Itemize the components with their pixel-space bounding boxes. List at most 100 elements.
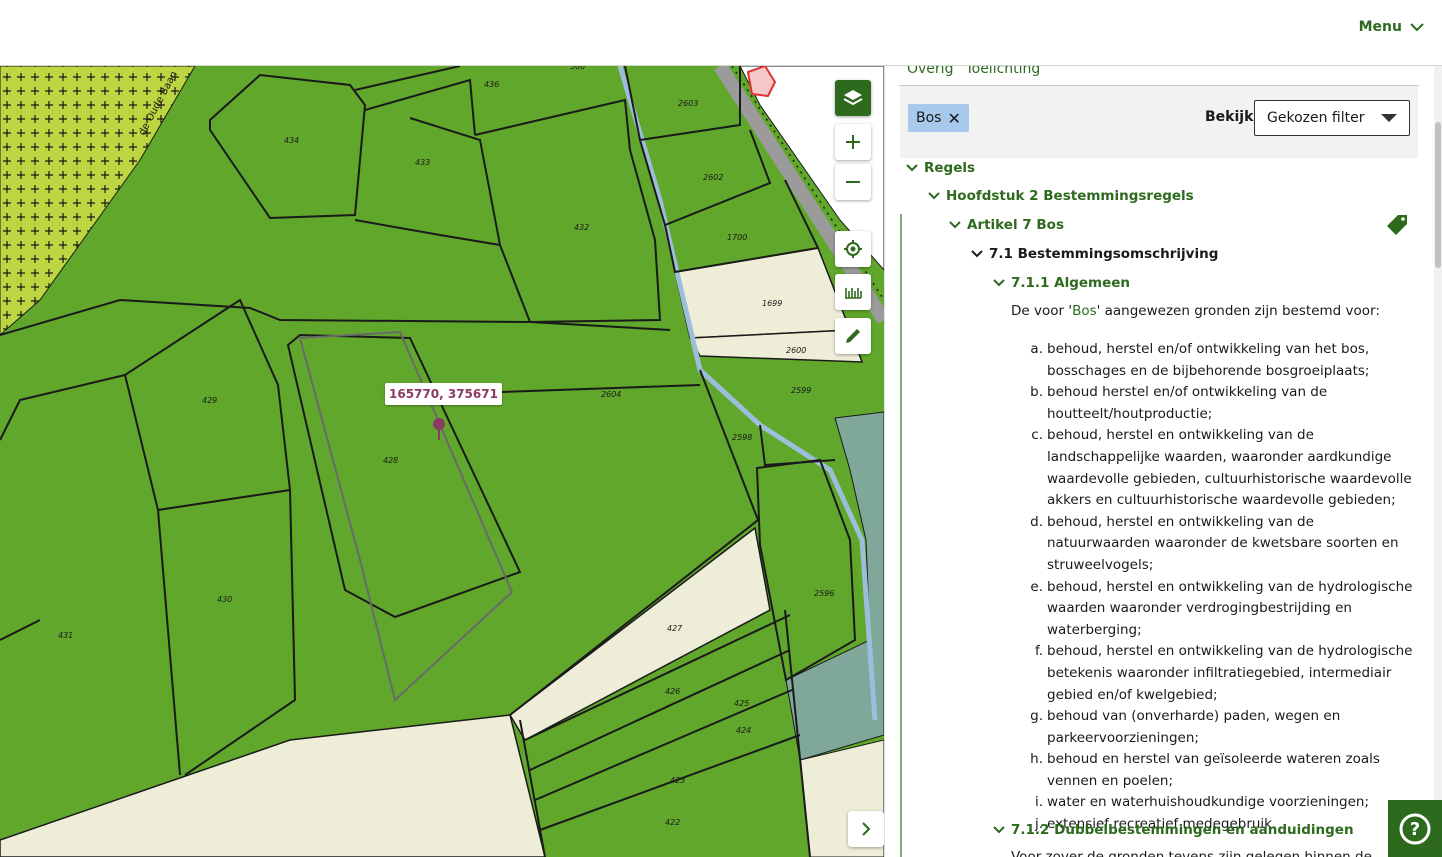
parcel-label: 431 — [58, 631, 74, 640]
bekijk-select[interactable]: Gekozen filter — [1254, 100, 1410, 136]
filter-chip-label: Bos — [916, 110, 942, 126]
draw-button[interactable] — [835, 318, 871, 354]
list-text: behoud, herstel en ontwikkeling van de n… — [1047, 513, 1399, 573]
layers-button[interactable] — [835, 80, 871, 116]
parcel-label: 2598 — [732, 433, 753, 442]
parcel-label: 2600 — [786, 346, 807, 355]
map-canvas[interactable]: de Oude Baan — [0, 66, 884, 857]
bos-link[interactable]: Bos — [1072, 303, 1097, 319]
parcel-label: 429 — [202, 396, 218, 405]
filter-chip[interactable]: Bos ✕ — [908, 104, 969, 132]
list-marker: c. — [1031, 427, 1043, 444]
list-marker: b. — [1030, 384, 1043, 401]
chevron-down-icon — [971, 250, 983, 258]
minus-icon — [846, 181, 860, 183]
parcel-label: 426 — [665, 687, 681, 696]
expand-panel-button[interactable] — [848, 811, 884, 847]
list-item: d. behoud, herstel en ontwikkeling van de… — [1025, 512, 1415, 577]
tree-item-artikel[interactable]: Artikel 7 Bos — [949, 217, 1064, 233]
chevron-down-icon — [906, 164, 918, 172]
help-button[interactable]: ? — [1388, 800, 1442, 857]
list-text: water en waterhuishoudkundige voorzienin… — [1047, 794, 1370, 811]
tree-item-algemeen[interactable]: 7.1.1 Algemeen — [993, 275, 1130, 291]
partial-text: Voor zover de gronden tevens zijn gelege… — [1011, 849, 1372, 857]
parcel-label: 506 — [570, 66, 586, 71]
map-view[interactable]: de Oude Baan 165770, 375671 434 436 506 … — [0, 66, 884, 857]
pencil-icon — [846, 329, 860, 343]
panel-tabs: Overig Toelichting — [907, 66, 1040, 77]
bekijk-label: Bekijk: — [1205, 109, 1259, 125]
parcel-label: 1699 — [762, 299, 783, 308]
zoom-out-button[interactable] — [835, 164, 871, 200]
list-text: behoud en herstel van geïsoleerde watere… — [1047, 751, 1380, 789]
tree-label: Hoofdstuk 2 Bestemmingsregels — [946, 188, 1194, 204]
tag-icon[interactable] — [1385, 213, 1409, 237]
parcel-label: 2604 — [601, 390, 622, 399]
parcel-label: 430 — [217, 595, 233, 604]
zoom-in-button[interactable] — [835, 124, 871, 160]
list-item: a. behoud, herstel en/of ontwikkeling van… — [1025, 339, 1415, 382]
tree-label: 7.1 Bestemmingsomschrijving — [989, 246, 1219, 262]
parcel-label: 436 — [484, 80, 500, 89]
parcel-label: 2603 — [678, 99, 699, 108]
tree-item-section[interactable]: 7.1 Bestemmingsomschrijving — [971, 246, 1218, 262]
list-marker: g. — [1030, 708, 1043, 725]
purpose-list: a. behoud, herstel en/of ontwikkeling van… — [1025, 339, 1415, 836]
list-marker: a. — [1030, 341, 1043, 357]
parcel-label: 422 — [665, 818, 681, 827]
info-panel: Overig Toelichting Bos ✕ Bekijk: Gekozen… — [884, 66, 1442, 857]
list-item: g. behoud van (onverharde) paden, wegen e… — [1025, 706, 1415, 749]
list-text: behoud, herstel en/of ontwikkeling van h… — [1047, 341, 1370, 379]
coordinate-label: 165770, 375671 — [385, 383, 502, 405]
chevron-down-icon — [1410, 23, 1424, 32]
tree-label: 7.1.2 Dubbelbestemmingen en aanduidingen — [1011, 822, 1354, 838]
list-marker: f. — [1034, 643, 1043, 660]
parcel-label: 423 — [670, 776, 686, 785]
tab-toelichting[interactable]: Toelichting — [965, 66, 1040, 77]
parcel-label: 2599 — [791, 386, 812, 395]
tree-item-dubbelbestemmingen[interactable]: 7.1.2 Dubbelbestemmingen en aanduidingen — [993, 822, 1354, 838]
intro-pre: De voor ' — [1011, 303, 1073, 319]
panel-scrollbar[interactable] — [1434, 66, 1442, 857]
menu-button[interactable]: Menu — [1359, 19, 1424, 35]
list-item: b. behoud herstel en/of ontwikkeling van … — [1025, 382, 1415, 425]
bekijk-select-value: Gekozen filter — [1267, 110, 1365, 126]
top-bar: Menu — [0, 0, 1442, 66]
parcel-label: 425 — [734, 699, 750, 708]
list-marker: d. — [1030, 513, 1043, 530]
caret-down-icon — [1381, 114, 1397, 122]
list-text: behoud, herstel en ontwikkeling van de h… — [1047, 578, 1413, 638]
scrollbar-thumb[interactable] — [1435, 122, 1441, 268]
list-text: behoud herstel en/of ontwikkeling van de… — [1047, 384, 1328, 422]
list-marker: e. — [1030, 578, 1043, 595]
chevron-down-icon — [928, 192, 940, 200]
tree-item-hoofdstuk[interactable]: Hoofdstuk 2 Bestemmingsregels — [928, 188, 1194, 204]
tab-overig[interactable]: Overig — [907, 66, 953, 77]
tree-label: Artikel 7 Bos — [967, 217, 1064, 233]
help-icon: ? — [1399, 813, 1431, 844]
crosshair-icon — [844, 240, 862, 258]
parcel-label: 434 — [284, 136, 300, 145]
list-item: h. behoud en herstel van geïsoleerde wate… — [1025, 749, 1415, 792]
tree-item-regels[interactable]: Regels — [906, 160, 975, 176]
layers-icon — [843, 90, 863, 106]
list-item: c. behoud, herstel en ontwikkeling van de… — [1025, 425, 1415, 511]
parcel-label: 427 — [667, 624, 683, 633]
parcel-label: 433 — [415, 158, 431, 167]
list-item: f. behoud, herstel en ontwikkeling van de… — [1025, 641, 1415, 706]
parcel-label: 2602 — [703, 173, 724, 182]
list-item: e. behoud, herstel en ontwikkeling van de… — [1025, 577, 1415, 642]
list-item: i. water en waterhuishoudkundige voorzien… — [1025, 792, 1415, 814]
locate-button[interactable] — [835, 231, 871, 267]
parcel-label: 2596 — [814, 589, 835, 598]
parcel-label: 1700 — [727, 233, 748, 242]
close-icon[interactable]: ✕ — [947, 109, 960, 128]
tree-label: 7.1.1 Algemeen — [1011, 275, 1131, 291]
list-text: behoud van (onverharde) paden, wegen en … — [1047, 708, 1341, 746]
menu-label: Menu — [1358, 19, 1402, 35]
chevron-down-icon — [993, 279, 1005, 287]
measure-button[interactable] — [835, 274, 871, 310]
chevron-right-icon — [862, 822, 871, 836]
intro-text: De voor 'Bos' aangewezen gronden zijn be… — [1011, 303, 1380, 319]
parcel-label: 428 — [383, 456, 399, 465]
